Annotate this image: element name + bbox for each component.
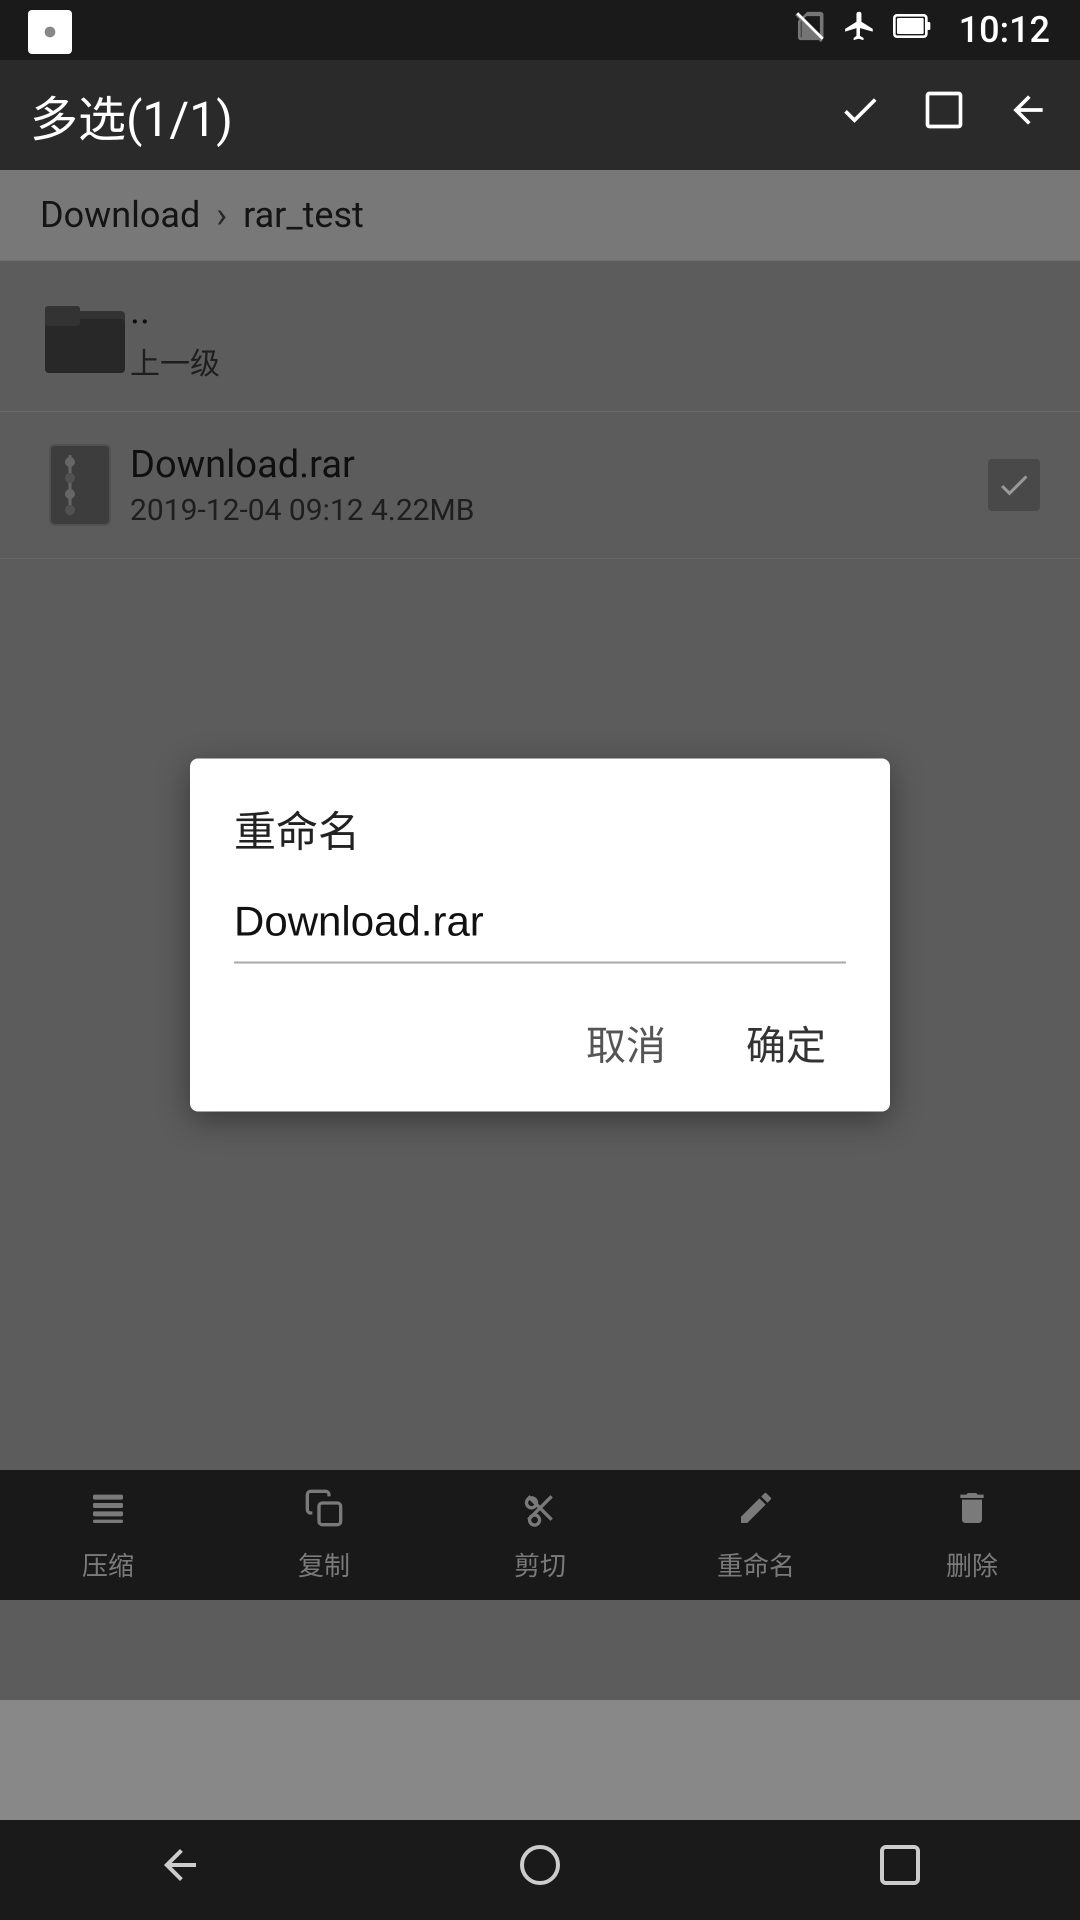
rename-input[interactable] [234, 888, 846, 964]
dialog-title: 重命名 [234, 799, 846, 860]
confirm-icon[interactable] [838, 88, 882, 142]
nav-back-button[interactable] [156, 1841, 204, 1900]
no-sim-icon [793, 9, 827, 51]
nav-recents-button[interactable] [876, 1841, 924, 1900]
dialog-actions: 取消 确定 [234, 1004, 846, 1082]
status-time: 10:12 [959, 9, 1050, 51]
confirm-button[interactable]: 确定 [726, 1004, 846, 1082]
select-all-icon[interactable] [922, 88, 966, 142]
photo-icon [28, 10, 72, 54]
back-icon[interactable] [1006, 88, 1050, 142]
status-icons: 10:12 [793, 9, 1050, 51]
nav-bar [0, 1820, 1080, 1920]
app-bar: 多选(1/1) [0, 60, 1080, 170]
nav-home-button[interactable] [516, 1841, 564, 1900]
rename-dialog: 重命名 取消 确定 [190, 759, 890, 1112]
battery-icon [893, 9, 933, 51]
cancel-button[interactable]: 取消 [566, 1004, 686, 1082]
status-bar: 10:12 [0, 0, 1080, 60]
file-list-area: Download › rar_test .. 上一级 Download.r [0, 170, 1080, 1700]
airplane-icon [843, 9, 877, 51]
app-bar-title: 多选(1/1) [30, 80, 233, 150]
app-bar-actions [838, 88, 1050, 142]
